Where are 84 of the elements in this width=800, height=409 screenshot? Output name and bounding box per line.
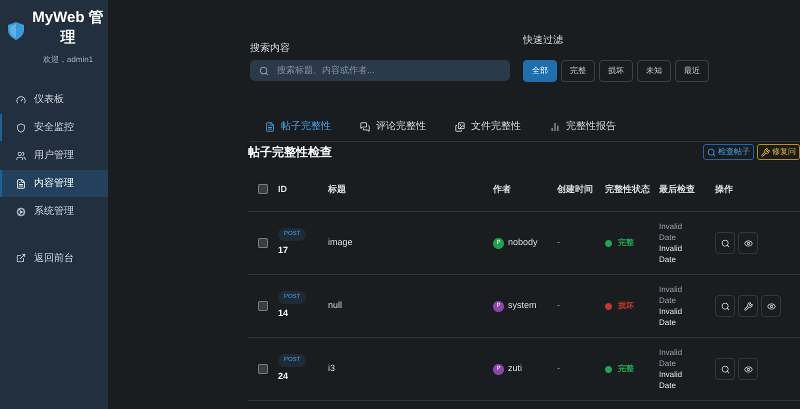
filter-button[interactable]: 最近	[675, 60, 709, 82]
sidebar-item[interactable]: 用户管理	[0, 142, 108, 169]
search-input[interactable]: 搜索标题、内容或作者...	[277, 64, 501, 78]
action-button[interactable]	[738, 295, 758, 317]
action-button[interactable]	[715, 232, 735, 254]
column-header: 操作	[715, 182, 734, 196]
sidebar-item[interactable]: 系统管理	[0, 198, 108, 225]
filter-button[interactable]: 损坏	[599, 60, 633, 82]
column-header: 最后检查	[659, 182, 696, 196]
select-all-checkbox[interactable]	[258, 184, 268, 194]
post-id: 24	[278, 370, 288, 384]
last-check-date: Invalid Date	[659, 369, 684, 391]
row-checkbox[interactable]	[258, 238, 268, 248]
users-icon	[16, 150, 26, 160]
tab[interactable]: 完整性报告	[535, 112, 630, 141]
action-button[interactable]	[715, 358, 735, 380]
column-header: 创建时间	[557, 182, 594, 196]
document-icon	[265, 122, 275, 132]
bar-chart-icon	[550, 122, 560, 132]
column-header: 作者	[493, 182, 512, 196]
post-id: 14	[278, 307, 288, 320]
last-check-date: Invalid Date	[659, 243, 684, 265]
action-button[interactable]	[761, 295, 781, 317]
repair-button[interactable]: 修复问	[757, 144, 800, 160]
filter-button[interactable]: 完整	[561, 60, 595, 82]
filter-button[interactable]: 未知	[637, 60, 671, 82]
search-icon	[259, 66, 269, 76]
search-icon	[720, 364, 730, 374]
created-time: -	[557, 362, 561, 376]
post-title: i3	[328, 362, 336, 376]
last-check-date: Invalid Date	[659, 221, 684, 243]
sidebar-item[interactable]: 仪表板	[0, 86, 108, 113]
author-name: nobody	[508, 236, 538, 250]
welcome-text: 欢迎，admin1	[42, 54, 94, 66]
status-text: 完整	[618, 363, 634, 375]
author-name: system	[508, 299, 537, 312]
search-field[interactable]: 搜索标题、内容或作者...	[250, 60, 510, 81]
post-id: 17	[278, 244, 288, 258]
gear-icon	[16, 206, 26, 216]
action-button[interactable]	[738, 358, 758, 380]
quick-filter-label: 快速过滤	[523, 34, 564, 48]
gauge-icon	[16, 94, 26, 104]
eye-icon	[744, 364, 752, 374]
search-icon	[720, 238, 730, 248]
filter-button[interactable]: 全部	[523, 60, 557, 82]
eye-icon	[744, 238, 752, 248]
search-icon	[707, 148, 716, 156]
last-check-date: Invalid Date	[659, 284, 684, 306]
action-button[interactable]	[738, 232, 758, 254]
sidebar-item[interactable]: 内容管理	[0, 170, 108, 197]
brand-title: MyWeb 管理	[31, 8, 105, 48]
status-text: 完整	[618, 237, 634, 249]
column-header: 标题	[328, 182, 347, 196]
check-posts-button[interactable]: 检查帖子	[703, 144, 754, 160]
wrench-icon	[761, 148, 770, 156]
row-checkbox[interactable]	[258, 301, 268, 311]
document-icon	[16, 178, 26, 188]
images-icon	[455, 122, 465, 132]
wrench-icon	[744, 302, 752, 310]
external-link-icon	[16, 253, 26, 263]
shield-icon	[16, 122, 26, 132]
eye-icon	[766, 302, 776, 310]
section-title: 帖子完整性检查	[248, 144, 332, 161]
back-to-site-link[interactable]: 返回前台	[0, 246, 108, 270]
last-check-date: Invalid Date	[659, 347, 684, 369]
sidebar-item[interactable]: 安全监控	[0, 114, 108, 141]
search-label: 搜索内容	[250, 42, 291, 56]
post-title: null	[328, 299, 344, 312]
shield-logo-icon	[8, 22, 24, 40]
created-time: -	[557, 299, 561, 312]
search-icon	[720, 302, 730, 310]
status-text: 损坏	[618, 300, 634, 312]
author-name: zuti	[508, 362, 522, 376]
action-button[interactable]	[715, 295, 735, 317]
tab[interactable]: 帖子完整性	[250, 112, 345, 141]
column-header: 完整性状态	[605, 182, 651, 196]
tab[interactable]: 文件完整性	[440, 112, 535, 141]
row-checkbox[interactable]	[258, 364, 268, 374]
created-time: -	[557, 236, 561, 250]
last-check-date: Invalid Date	[659, 306, 684, 328]
tab[interactable]: 评论完整性	[345, 112, 440, 141]
chat-bubbles-icon	[360, 122, 370, 132]
column-header: ID	[278, 182, 288, 196]
post-title: image	[328, 236, 354, 250]
